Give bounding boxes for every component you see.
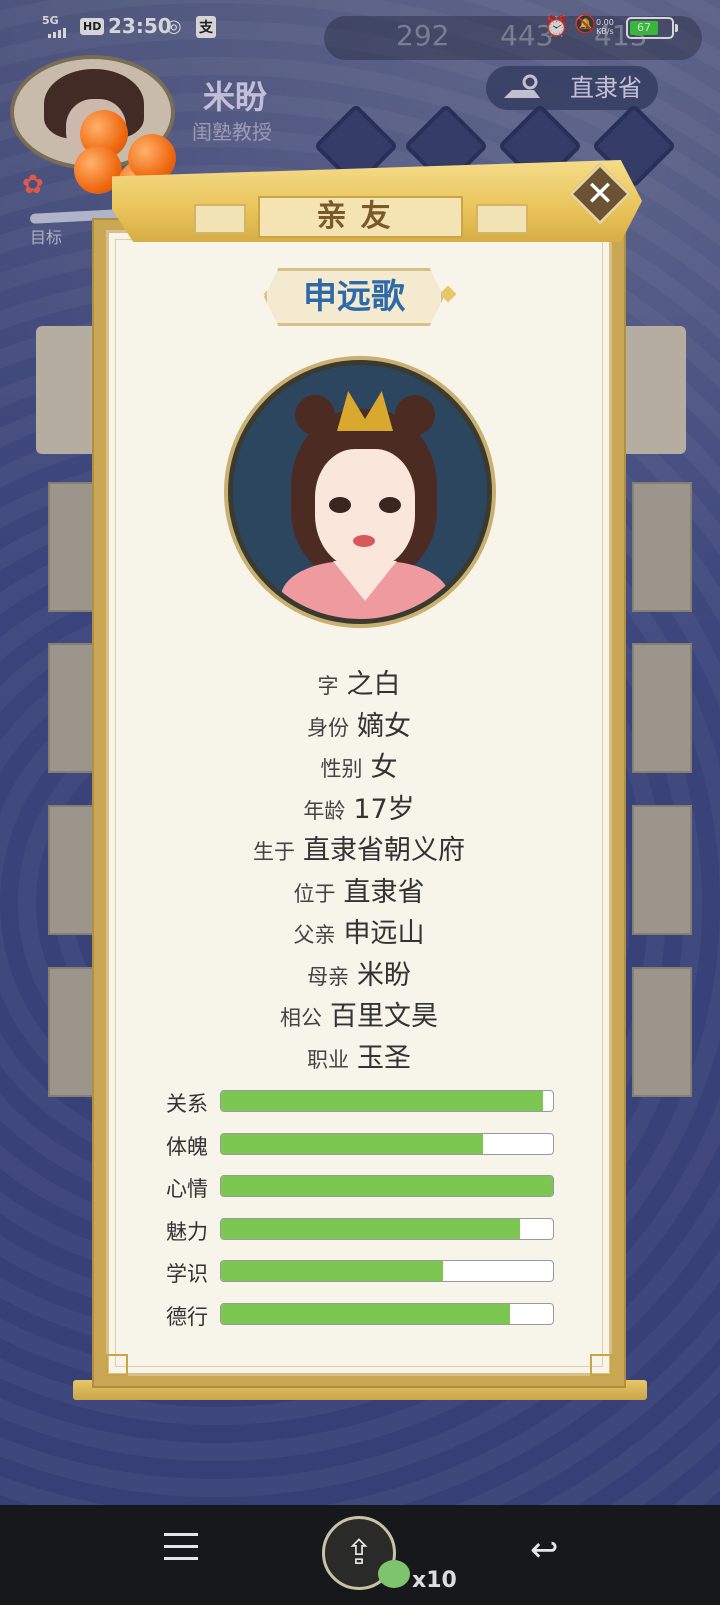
- info-key: 父亲: [293, 923, 336, 947]
- info-key: 性别: [320, 757, 363, 781]
- info-row: 职业 玉圣: [92, 1036, 626, 1075]
- info-value: 女: [370, 752, 398, 783]
- stat-bar: [220, 1132, 554, 1155]
- info-key: 母亲: [307, 964, 349, 989]
- info-row: 生于 直隶省朝义府: [92, 828, 626, 867]
- info-value: 直隶省朝义府: [303, 835, 465, 866]
- header-ornament: [476, 204, 528, 234]
- stat-label: 学识: [166, 1262, 208, 1286]
- stat-bar-fill: [221, 1133, 484, 1154]
- info-key: 相公: [280, 1006, 322, 1030]
- fan-icon: ✿: [22, 170, 44, 200]
- stat-label: 心情: [166, 1177, 208, 1201]
- info-key: 位于: [293, 881, 336, 906]
- info-key: 身份: [307, 715, 349, 740]
- frog-icon: [378, 1560, 410, 1588]
- back-icon[interactable]: ↩: [530, 1530, 559, 1570]
- info-value: 申远山: [343, 918, 425, 949]
- info-value: 米盼: [357, 959, 411, 991]
- info-row: 年龄 17岁: [92, 787, 626, 826]
- stat-label: 魅力: [166, 1219, 208, 1244]
- info-key: 年龄: [303, 798, 346, 823]
- header-ornament: [194, 204, 246, 234]
- info-key: 字: [317, 674, 339, 698]
- stat-label: 关系: [166, 1092, 208, 1116]
- info-row: 母亲 米盼: [92, 953, 626, 992]
- info-value: 玉圣: [357, 1042, 411, 1074]
- info-value: 之白: [346, 669, 401, 700]
- info-key: 生于: [253, 840, 295, 864]
- info-value: 嫡女: [357, 710, 411, 742]
- stat-bar-fill: [221, 1218, 520, 1239]
- stat-bar-fill: [221, 1261, 444, 1281]
- stat-bar-fill: [221, 1176, 553, 1196]
- info-key: 职业: [307, 1047, 349, 1072]
- info-row: 父亲 申远山: [92, 911, 626, 950]
- info-value: 17岁: [353, 793, 415, 825]
- info-value: 百里文昊: [330, 1001, 438, 1032]
- corner-ornament: [106, 1354, 128, 1376]
- person-name: 申远歌: [264, 268, 444, 326]
- corner-ornament: [590, 1354, 612, 1376]
- stat-bar: [220, 1260, 554, 1282]
- stat-bar: [220, 1302, 554, 1325]
- badge-count: x10: [412, 1568, 457, 1593]
- stat-bar: [220, 1217, 554, 1240]
- character-portrait: [228, 360, 492, 624]
- dialog-title: 亲友: [258, 196, 463, 238]
- info-row: 性别女: [92, 745, 626, 784]
- stat-bar: [220, 1090, 554, 1112]
- info-row: 相公 百里文昊: [92, 994, 626, 1033]
- stat-label: 德行: [166, 1304, 208, 1329]
- info-value: 直隶省: [343, 876, 425, 908]
- menu-icon[interactable]: [164, 1533, 198, 1563]
- info-row: 位于 直隶省: [92, 870, 626, 909]
- stat-bar: [220, 1175, 554, 1197]
- info-row: 身份 嫡女: [92, 704, 626, 743]
- close-icon: ✕: [585, 174, 615, 214]
- stat-bar-fill: [221, 1091, 544, 1111]
- stat-bar-fill: [221, 1303, 510, 1324]
- info-row: 字之白: [92, 662, 626, 701]
- stat-label: 体魄: [166, 1134, 208, 1159]
